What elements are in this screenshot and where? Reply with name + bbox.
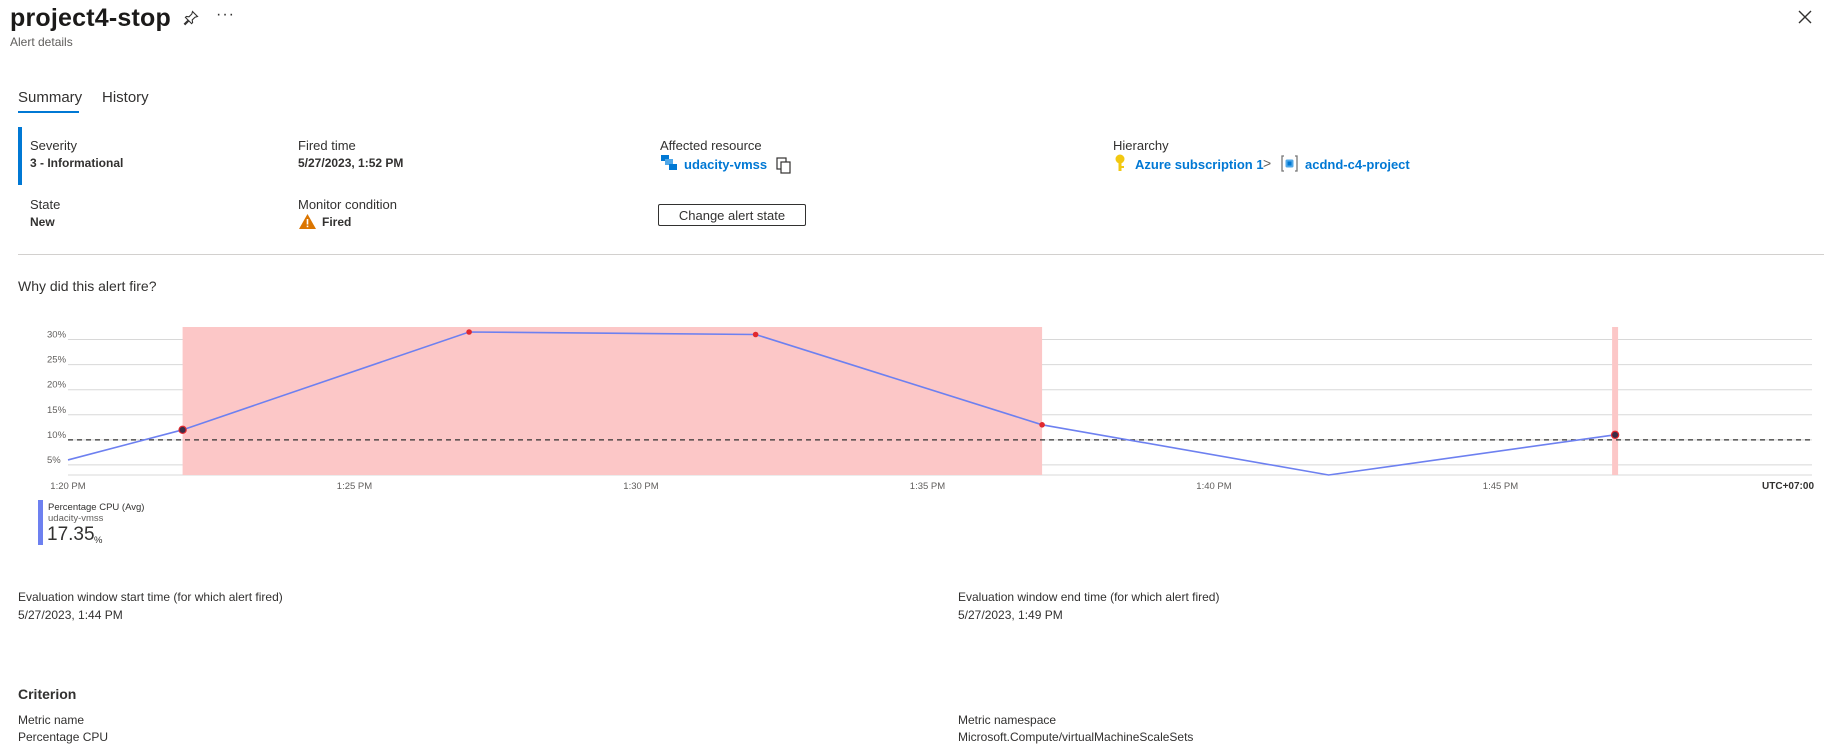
vmss-icon	[660, 154, 678, 177]
metric-namespace-label: Metric namespace	[958, 713, 1057, 727]
legend-metric-name: Percentage CPU (Avg)	[48, 502, 145, 513]
chart-y-tick-label: 20%	[47, 380, 67, 391]
page-subtitle: Alert details	[10, 35, 73, 49]
chart-y-tick-label: 5%	[47, 455, 61, 466]
tab-selected-indicator	[18, 111, 79, 113]
metric-namespace-value: Microsoft.Compute/virtualMachineScaleSet…	[958, 730, 1194, 744]
tab-history[interactable]: History	[102, 89, 149, 106]
chart-alert-region	[182, 327, 1043, 475]
warning-icon	[298, 213, 317, 235]
fired-time-label: Fired time	[298, 138, 356, 153]
chart-x-tick-label: 1:20 PM	[50, 481, 85, 492]
chart-data-point	[178, 425, 187, 435]
chart-x-tick-label: 1:45 PM	[1483, 481, 1518, 492]
chart-x-tick-label: 1:40 PM	[1196, 481, 1231, 492]
state-label: State	[30, 197, 61, 212]
hierarchy-resource-group-link[interactable]: acdnd-c4-project	[1305, 157, 1410, 172]
chart-alert-region	[1612, 327, 1619, 475]
pin-icon[interactable]	[183, 10, 199, 31]
key-icon	[1113, 154, 1127, 177]
affected-resource-link[interactable]: udacity-vmss	[684, 157, 767, 172]
eval-end-label: Evaluation window end time (for which al…	[958, 590, 1220, 604]
hierarchy-subscription-link[interactable]: Azure subscription 1	[1135, 157, 1264, 172]
chart-x-tick-label: 1:30 PM	[623, 481, 658, 492]
metric-name-label: Metric name	[18, 713, 85, 727]
legend-color-bar	[38, 500, 43, 545]
legend-unit: %	[94, 535, 103, 546]
eval-start-label: Evaluation window start time (for which …	[18, 590, 283, 604]
severity-value: 3 - Informational	[30, 156, 124, 170]
eval-start-value: 5/27/2023, 1:44 PM	[18, 608, 123, 622]
chart-data-point	[1039, 422, 1045, 428]
section-divider	[18, 254, 1824, 255]
state-value: New	[30, 215, 55, 229]
why-alert-fired-title: Why did this alert fire?	[18, 278, 157, 294]
chart-data-point	[1610, 430, 1620, 440]
more-icon[interactable]: ···	[216, 6, 235, 24]
chart-y-ticks: 5% 10% 15% 20% 25% 30%	[47, 330, 67, 466]
change-alert-state-button[interactable]: Change alert state	[658, 204, 806, 226]
legend-value: 17.35	[47, 524, 95, 545]
monitor-condition-value: Fired	[322, 215, 352, 229]
hierarchy-separator: >	[1263, 155, 1272, 171]
chart-x-tick-label: 1:35 PM	[910, 481, 945, 492]
metric-name-value: Percentage CPU	[18, 730, 109, 744]
affected-resource-label: Affected resource	[660, 138, 762, 153]
eval-end-value: 5/27/2023, 1:49 PM	[958, 608, 1063, 622]
chart-x-ticks: 1:20 PM 1:25 PM 1:30 PM 1:35 PM 1:40 PM 1:45 …	[50, 481, 1518, 492]
hierarchy-label: Hierarchy	[1113, 138, 1169, 153]
alert-metric-chart: 5%10%15%20%25%30% 1:20 PM 1:25 PM 1:30 PM 1…	[47, 327, 1814, 492]
fired-time-value: 5/27/2023, 1:52 PM	[298, 156, 404, 170]
chart-y-tick-label: 30%	[47, 330, 67, 341]
severity-label: Severity	[30, 138, 77, 153]
legend-resource-name: udacity-vmss	[48, 513, 104, 524]
chart-data-point	[466, 329, 472, 335]
chart-x-tick-label: 1:25 PM	[337, 481, 372, 492]
chart-timezone-label: UTC+07:00	[1762, 481, 1814, 492]
close-icon[interactable]	[1797, 9, 1813, 30]
severity-indicator-bar	[18, 127, 22, 185]
monitor-condition-label: Monitor condition	[298, 197, 397, 212]
chart-y-tick-label: 15%	[47, 405, 67, 416]
resource-group-icon	[1281, 155, 1298, 177]
page-title: project4-stop	[10, 4, 171, 32]
chart-data-point	[752, 331, 759, 338]
chart-y-tick-label: 10%	[47, 430, 67, 441]
tab-summary[interactable]: Summary	[18, 89, 82, 106]
chart-y-tick-label: 25%	[47, 355, 67, 366]
criterion-title: Criterion	[18, 686, 77, 702]
copy-icon[interactable]	[776, 157, 792, 180]
chart-alert-regions	[182, 327, 1619, 475]
